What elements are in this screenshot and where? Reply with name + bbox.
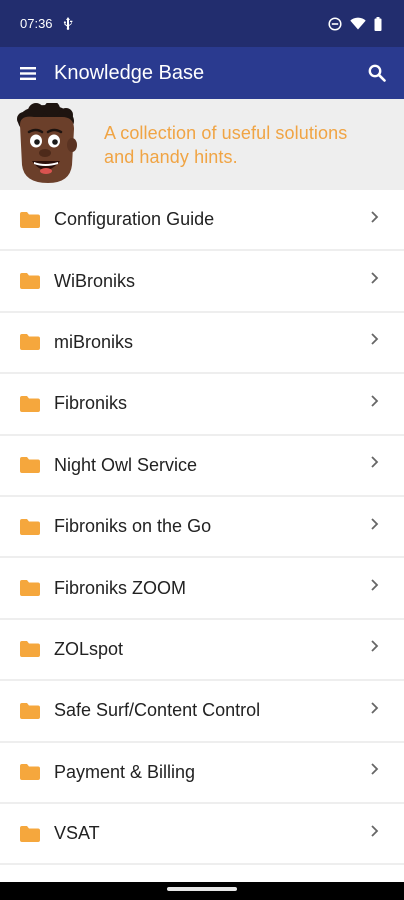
category-list: Configuration Guide WiBroniks miBroniks … xyxy=(0,190,404,866)
folder-icon xyxy=(20,518,40,535)
list-item-label: WiBroniks xyxy=(54,270,136,291)
banner-text: A collection of useful solutions and han… xyxy=(104,121,347,169)
list-item[interactable]: WiBroniks xyxy=(0,251,404,313)
list-item-label: Night Owl Service xyxy=(54,454,198,475)
chevron-right-icon xyxy=(371,518,379,530)
folder-icon xyxy=(20,273,40,290)
search-icon xyxy=(368,64,386,82)
list-item-label: miBroniks xyxy=(54,331,134,352)
list-item-label: Fibroniks ZOOM xyxy=(54,577,187,598)
menu-button[interactable] xyxy=(18,63,38,83)
folder-icon xyxy=(20,211,40,228)
list-item[interactable]: Payment & Billing xyxy=(0,743,404,804)
folder-icon xyxy=(20,641,40,658)
chevron-right-icon xyxy=(371,824,379,837)
chevron-right-icon xyxy=(371,333,379,346)
folder-icon xyxy=(20,457,40,474)
list-item-label: Configuration Guide xyxy=(54,209,215,230)
usb-icon xyxy=(63,17,72,30)
list-item[interactable]: Night Owl Service xyxy=(0,436,404,497)
list-item-label: Safe Surf/Content Control xyxy=(54,700,261,721)
page-title: Knowledge Base xyxy=(54,61,205,84)
list-item[interactable]: miBroniks xyxy=(0,313,404,375)
chevron-right-icon xyxy=(371,395,379,407)
chevron-right-icon xyxy=(371,640,379,653)
folder-icon xyxy=(20,825,40,842)
list-item[interactable]: ZOLspot xyxy=(0,620,404,682)
search-button[interactable] xyxy=(364,60,390,86)
wifi-icon xyxy=(350,17,366,30)
chevron-right-icon xyxy=(371,579,379,591)
list-item[interactable]: VSAT xyxy=(0,804,404,866)
banner-text-line1: A collection of useful solutions xyxy=(104,122,348,143)
status-left: 07:36 xyxy=(20,16,73,31)
folder-icon xyxy=(20,334,40,351)
list-item-label: Fibroniks on the Go xyxy=(54,516,212,537)
chevron-right-icon xyxy=(371,456,379,468)
status-bar: 07:36 xyxy=(0,0,404,47)
hamburger-icon xyxy=(20,66,36,80)
chevron-right-icon xyxy=(371,211,379,223)
folder-icon xyxy=(20,764,40,781)
status-right xyxy=(328,16,382,31)
status-time: 07:36 xyxy=(20,16,53,31)
list-item[interactable]: Fibroniks ZOOM xyxy=(0,558,404,620)
folder-icon xyxy=(20,395,40,412)
list-item-label: Payment & Billing xyxy=(54,761,196,782)
list-item-label: ZOLspot xyxy=(54,638,124,659)
list-item[interactable]: Safe Surf/Content Control xyxy=(0,681,404,743)
list-item-label: VSAT xyxy=(54,823,100,844)
chevron-right-icon xyxy=(371,702,379,714)
folder-icon xyxy=(20,580,40,597)
list-item[interactable]: Configuration Guide xyxy=(0,190,404,252)
folder-icon xyxy=(20,702,40,719)
list-item-label: Fibroniks xyxy=(54,393,128,414)
system-nav-bar xyxy=(0,882,404,900)
chevron-right-icon xyxy=(371,763,379,775)
battery-icon xyxy=(374,16,382,31)
banner-text-line2: and handy hints. xyxy=(104,146,238,167)
header-banner: A collection of useful solutions and han… xyxy=(0,99,404,190)
home-gesture-handle[interactable] xyxy=(167,887,237,891)
list-item[interactable]: Fibroniks xyxy=(0,374,404,436)
app-bar: Knowledge Base xyxy=(0,47,404,99)
list-item[interactable]: Fibroniks on the Go xyxy=(0,497,404,559)
chevron-right-icon xyxy=(371,272,379,284)
mascot-avatar xyxy=(17,102,77,183)
dnd-icon xyxy=(328,16,342,31)
